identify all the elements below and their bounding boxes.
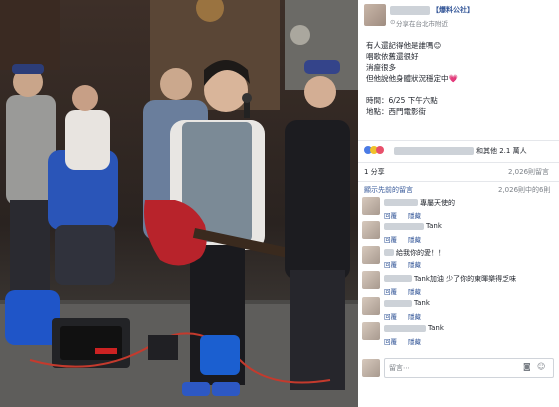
commenter-avatar[interactable] [362, 297, 380, 315]
comment-input[interactable]: 留言⋯ ◙ ☺ [384, 358, 554, 378]
comment-text: 專屬天使的 [420, 199, 455, 207]
reply-link[interactable]: 回覆 [384, 234, 397, 244]
reaction-count[interactable]: 和其他 2.1 萬人 [476, 146, 527, 156]
hide-link[interactable]: 隱藏 [408, 234, 421, 244]
comment-text: Tank [426, 222, 442, 230]
comment-text: Tank [414, 299, 430, 307]
camera-icon[interactable]: ◙ [523, 362, 531, 371]
commenter-name-blurred[interactable] [384, 223, 424, 230]
share-count[interactable]: 1 分享 [364, 167, 385, 177]
comments-range: 2,026則中的6則 [498, 186, 551, 194]
street-photo [0, 0, 358, 407]
commenter-avatar[interactable] [362, 322, 380, 340]
reply-link[interactable]: 回覆 [384, 259, 397, 269]
comment-text: Tank [428, 324, 444, 332]
commenter-avatar[interactable] [362, 271, 380, 289]
divider [358, 162, 559, 163]
hide-link[interactable]: 隱藏 [408, 286, 421, 296]
commenter-name-blurred[interactable] [384, 300, 412, 307]
comment-count[interactable]: 2,026則留言 [508, 167, 549, 177]
post-line: 唱歌依舊還很好 [366, 52, 419, 61]
reply-link[interactable]: 回覆 [384, 311, 397, 321]
divider [358, 140, 559, 141]
location-text[interactable]: 分享在台北市附近 [396, 18, 448, 28]
post-line: 消瘦很多 [366, 63, 396, 72]
commenter-avatar[interactable] [362, 221, 380, 239]
show-previous-comments-link[interactable]: 顯示先前的留言 [364, 185, 413, 195]
reaction-icons[interactable] [364, 146, 384, 156]
commenter-name-blurred[interactable] [384, 249, 394, 256]
page-avatar[interactable] [364, 4, 386, 26]
current-user-avatar [362, 359, 380, 377]
reply-link[interactable]: 回覆 [384, 286, 397, 296]
reply-link[interactable]: 回覆 [384, 336, 397, 346]
comment-text: 給我你的愛！！ [396, 249, 445, 257]
hide-link[interactable]: 隱藏 [408, 311, 421, 321]
love-icon [376, 146, 384, 154]
reply-link[interactable]: 回覆 [384, 210, 397, 220]
commenter-name-blurred[interactable] [384, 325, 426, 332]
post-line: 有人還記得他是誰嗎😊 [366, 41, 442, 50]
commenter-avatar[interactable] [362, 197, 380, 215]
post-time: 時間：6/25 下午六點 [366, 96, 438, 105]
post-body: 有人還記得他是誰嗎😊 唱歌依舊還很好 消瘦很多 但他說他身體狀況穩定中💗 時間：… [366, 40, 458, 117]
location-pin-icon: ⊙ [390, 18, 396, 26]
page-link[interactable]: 【爆料公社】 [432, 5, 474, 15]
post-place: 地點：西門電影街 [366, 107, 426, 116]
performer-photo-illustration [0, 0, 358, 407]
divider [358, 181, 559, 182]
commenter-name-blurred[interactable] [384, 275, 412, 282]
comment-placeholder: 留言⋯ [389, 364, 410, 372]
facebook-post-panel: 【爆料公社】 分享在台北市附近 ⊙ 有人還記得他是誰嗎😊 唱歌依舊還很好 消瘦很… [358, 0, 559, 407]
post-line: 但他說他身體狀況穩定中💗 [366, 74, 458, 83]
emoji-icon[interactable]: ☺ [537, 362, 545, 371]
hide-link[interactable]: 隱藏 [408, 336, 421, 346]
commenter-avatar[interactable] [362, 246, 380, 264]
comment-text: Tank加油 少了你的東暉樂得乏味 [414, 275, 517, 283]
hide-link[interactable]: 隱藏 [408, 259, 421, 269]
commenter-name-blurred[interactable] [384, 199, 418, 206]
author-name-blurred[interactable] [390, 6, 430, 15]
reactors-names-blurred [394, 147, 474, 155]
hide-link[interactable]: 隱藏 [408, 210, 421, 220]
